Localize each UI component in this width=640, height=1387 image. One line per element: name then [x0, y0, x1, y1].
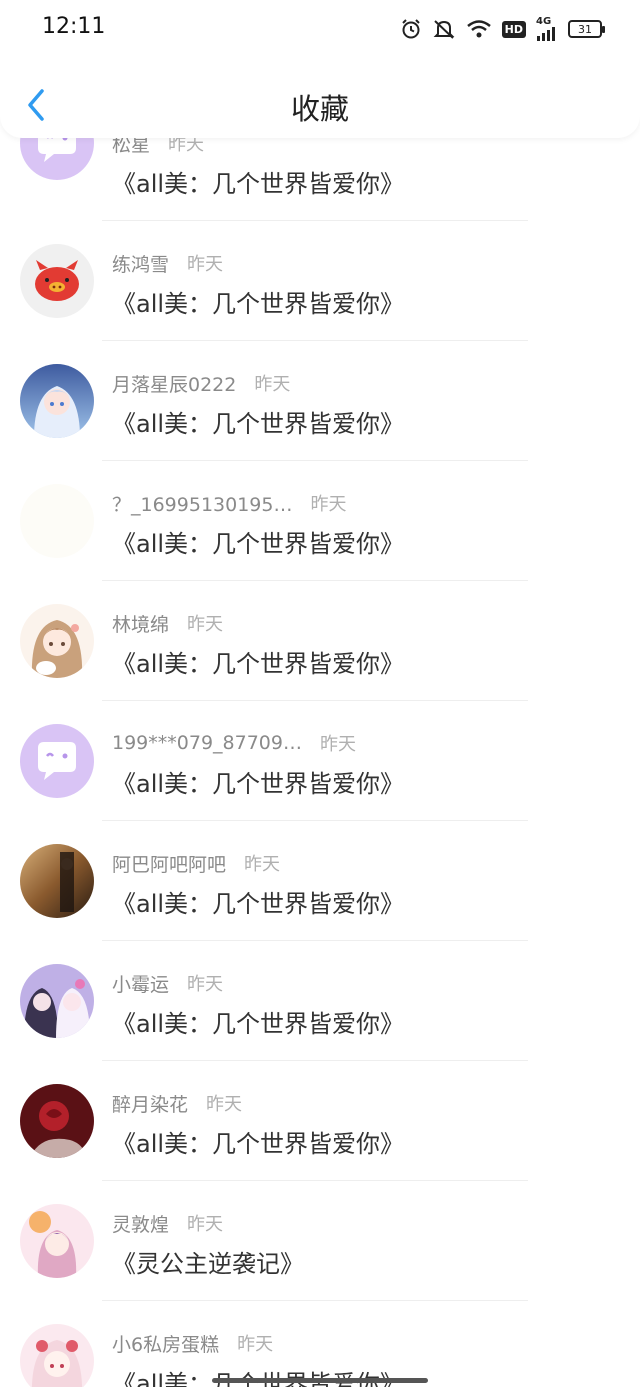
- list-item[interactable]: 月落星辰0222 昨天 《all美：几个世界皆爱你》: [0, 240, 640, 461]
- book-title[interactable]: 《all美：几个世界皆爱你》: [112, 1364, 404, 1387]
- avatar[interactable]: [20, 1324, 94, 1387]
- mute-icon: [432, 18, 456, 40]
- list-item[interactable]: 阿巴阿吧阿吧 昨天 《all美：几个世界皆爱你》: [0, 720, 640, 941]
- list-item[interactable]: 林境绵 昨天 《all美：几个世界皆爱你》: [0, 480, 640, 701]
- list-item[interactable]: 灵敦煌 昨天 《灵公主逆袭记》: [0, 1080, 640, 1301]
- user-name[interactable]: 小6私房蛋糕: [112, 1330, 219, 1357]
- list-item[interactable]: 醉月染花 昨天 《all美：几个世界皆爱你》: [0, 960, 640, 1181]
- signal-icon: 4G: [536, 17, 558, 41]
- top-bar: 12:11 HD 4G 31 收藏: [0, 0, 640, 138]
- time-label: 昨天: [237, 1334, 274, 1355]
- home-indicator[interactable]: [212, 1378, 428, 1383]
- hd-badge: HD: [501, 20, 526, 38]
- status-icons: HD 4G 31: [400, 15, 605, 43]
- alarm-icon: [400, 18, 422, 40]
- list-item[interactable]: 练鸿雪 昨天 《all美：几个世界皆爱你》: [0, 120, 640, 341]
- battery-icon: 31: [568, 20, 605, 38]
- list-item[interactable]: 小霉运 昨天 《all美：几个世界皆爱你》: [0, 840, 640, 1061]
- list-item[interactable]: ？_16995130195… 昨天 《all美：几个世界皆爱你》: [0, 360, 640, 581]
- list-item[interactable]: 199***079_87709… 昨天 《all美：几个世界皆爱你》: [0, 600, 640, 821]
- list-item[interactable]: 小6私房蛋糕 昨天 《all美：几个世界皆爱你》: [0, 1200, 640, 1387]
- status-time: 12:11: [42, 14, 106, 39]
- item-meta: 小6私房蛋糕 昨天: [112, 1328, 273, 1358]
- page-title: 收藏: [290, 92, 349, 126]
- network-type: 4G: [536, 16, 552, 27]
- wifi-icon: [466, 19, 492, 39]
